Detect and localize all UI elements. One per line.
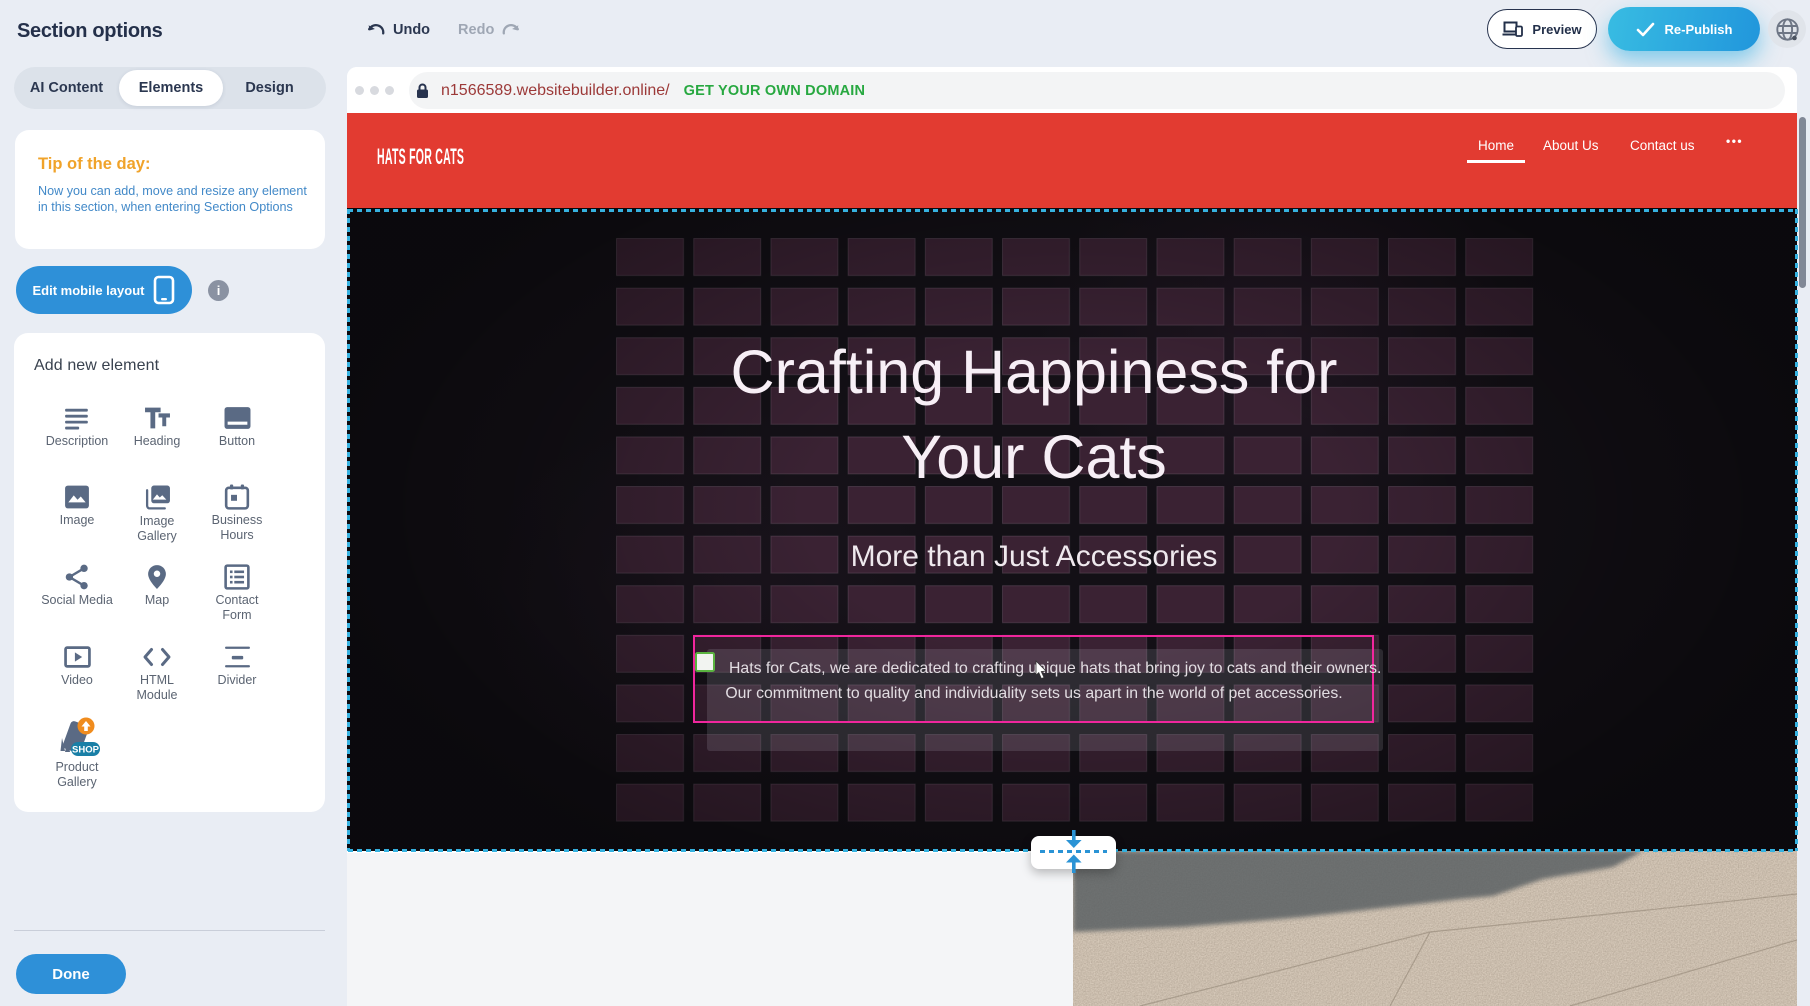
svg-text:SHOP: SHOP <box>72 744 100 755</box>
